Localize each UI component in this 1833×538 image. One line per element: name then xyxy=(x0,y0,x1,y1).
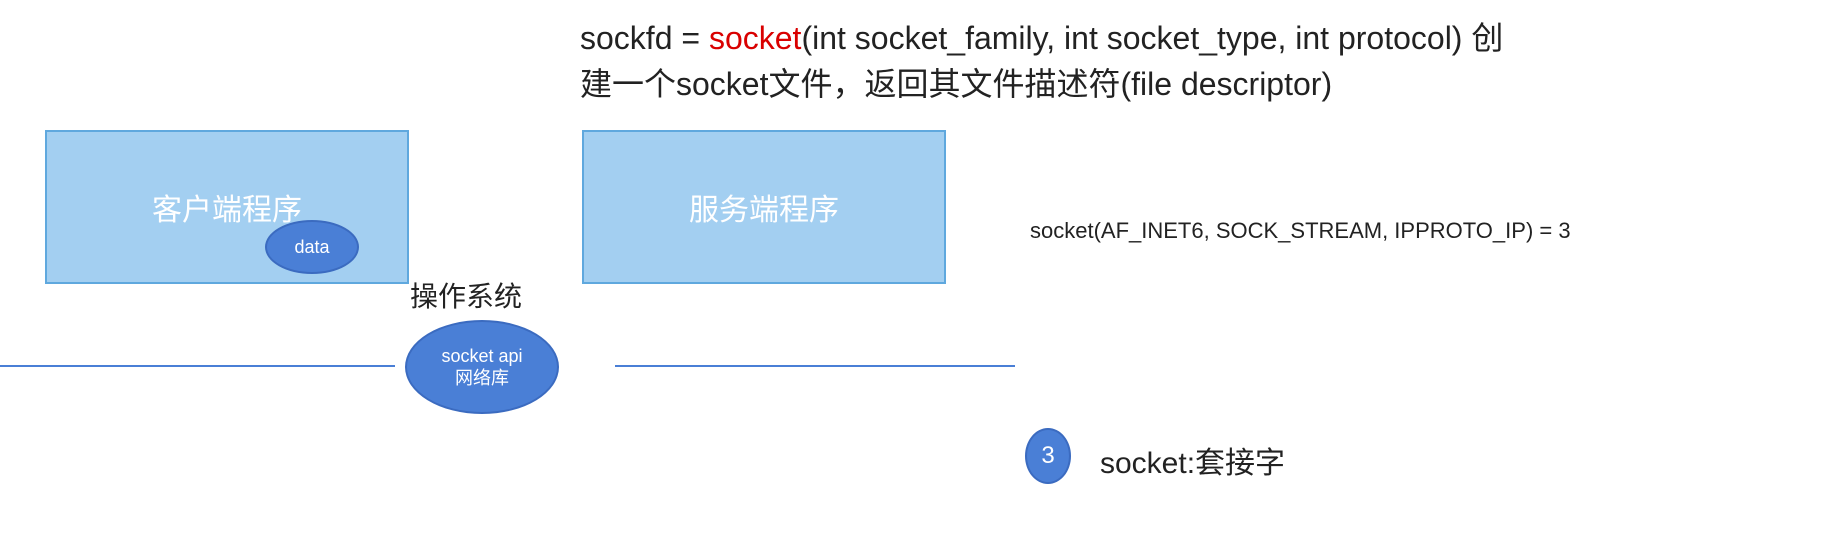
socket-api-ellipse: socket api 网络库 xyxy=(405,320,559,414)
socket-function-description: sockfd = socket(int socket_family, int s… xyxy=(580,15,1680,108)
socket-term-label: socket:套接字 xyxy=(1100,438,1285,482)
desc-prefix: sockfd = xyxy=(580,20,709,56)
data-label: data xyxy=(294,237,329,258)
divider-line-left xyxy=(0,365,395,367)
server-program-label: 服务端程序 xyxy=(689,185,839,229)
desc-suffix1: (int socket_family, int socket_type, int… xyxy=(801,20,1503,56)
server-program-box: 服务端程序 xyxy=(582,130,946,284)
os-label: 操作系统 xyxy=(410,275,522,315)
socket-api-line1: socket api xyxy=(441,345,522,368)
socket-api-line2: 网络库 xyxy=(455,367,509,390)
divider-line-right xyxy=(615,365,1015,367)
socket-fd-badge: 3 xyxy=(1025,428,1071,484)
badge-number: 3 xyxy=(1041,442,1054,470)
client-program-label: 客户端程序 xyxy=(152,185,302,229)
data-ellipse: data xyxy=(265,220,359,274)
socket-example-call: socket(AF_INET6, SOCK_STREAM, IPPROTO_IP… xyxy=(1030,218,1571,244)
desc-line2: 建一个socket文件，返回其文件描述符(file descriptor) xyxy=(580,66,1332,102)
client-program-box: 客户端程序 xyxy=(45,130,409,284)
desc-keyword: socket xyxy=(709,20,801,56)
